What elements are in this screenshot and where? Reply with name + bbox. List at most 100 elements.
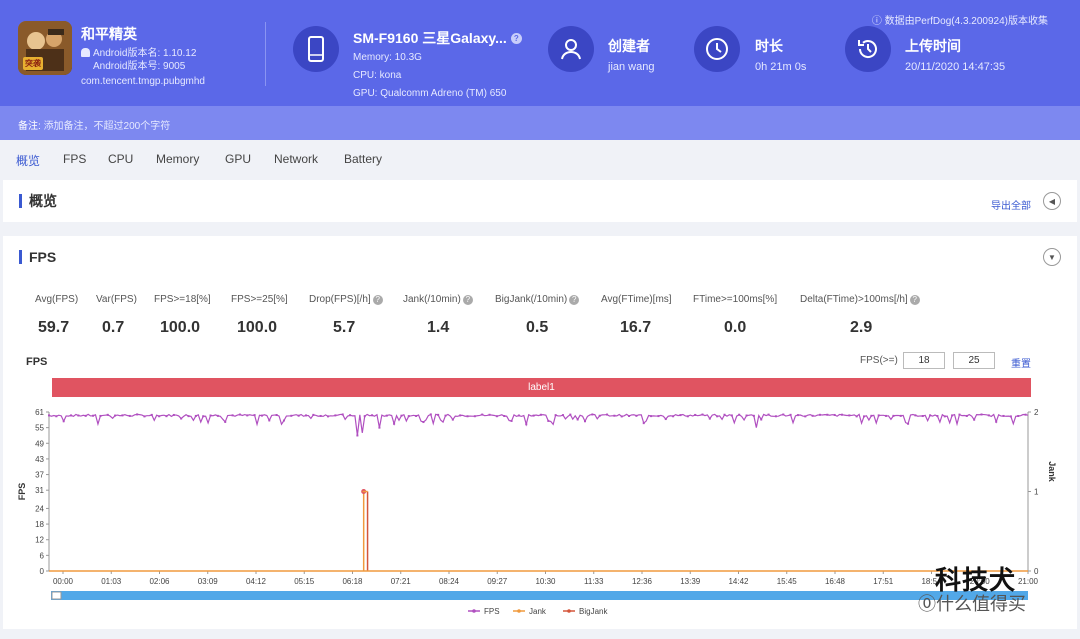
android-version-name: Android版本名: 1.10.12 [93,48,197,59]
y-tick-label: 12 [35,536,44,545]
fps-point [260,414,263,417]
reset-link[interactable]: 重置 [1011,355,1031,370]
x-tick-label: 06:18 [342,577,363,586]
x-tick-label: 02:06 [149,577,170,586]
legend-bigjank-label: BigJank [579,607,608,616]
fps-point [282,419,285,422]
fps-point [965,414,968,417]
help-icon[interactable]: ? [372,295,383,305]
x-tick-label: 17:51 [873,577,894,586]
tab-memory[interactable]: Memory [156,152,199,166]
fps-point [150,413,153,416]
fps-point [576,418,579,421]
fps-point [525,423,528,426]
x-tick-label: 12:36 [632,577,653,586]
fps-point [826,413,829,416]
fps-point [804,415,807,418]
fps-card: FPS ▼ Avg(FPS) Var(FPS) FPS>=18[%] FPS>=… [3,236,1077,629]
fps-point [517,414,520,417]
metric-label-help: Drop(FPS)[/h]? [309,294,383,305]
fps-point [473,415,476,418]
y-tick-label: 61 [35,408,44,417]
help-icon[interactable]: ? [909,295,920,305]
info-icon: ⓘ [871,16,882,27]
tab-network[interactable]: Network [274,152,318,166]
watermark-logo-icon: ⓪ [918,594,936,614]
fps-point [642,422,645,425]
overview-title: 概览 [19,194,57,208]
x-tick-label: 13:39 [680,577,701,586]
metric-label-help: Delta(FTime)>100ms[/h]? [800,294,920,305]
fps-point [304,414,307,417]
x-tick-label: 14:42 [728,577,749,586]
help-icon[interactable]: ? [462,295,473,305]
fps-point [216,414,219,417]
device-name: SM-F9160 三星Galaxy... [353,30,507,46]
fps-point [1024,413,1027,416]
note-bar[interactable]: 备注: 添加备注，不超过200个字符 [0,106,1080,140]
fps-point [694,413,697,416]
fps-point [158,415,161,418]
metric-label-help: BigJank(/10min)? [495,294,580,305]
device-gpu: GPU: Qualcomm Adreno (TM) 650 [353,88,507,99]
y-tick-label: 0 [40,567,45,576]
app-badge: 突袭 [23,57,43,70]
fps-point [385,414,388,417]
fps-point [99,414,102,417]
metric-label: Delta(FTime)>100ms[/h] [800,294,908,305]
fps-point [444,414,447,417]
fps-point [855,415,858,418]
metric-value: 0.7 [102,319,125,336]
fps-point [907,422,910,425]
fps-point [606,413,609,416]
fps-threshold-input-2[interactable]: 25 [953,352,995,369]
fps-point [55,415,58,418]
watermark-site: ⓪什么值得买 [918,590,1026,616]
fps-point [708,417,711,420]
fps-point [503,415,506,418]
fps-threshold-input-1[interactable]: 18 [903,352,945,369]
fps-point [1017,414,1020,417]
y-tick-label: 18 [35,520,44,529]
fps-point [77,414,80,417]
fps-title: FPS [19,250,56,264]
fps-point [547,419,550,422]
x-tick-label: 11:33 [584,577,604,586]
watermark-site-text: 什么值得买 [936,594,1026,614]
x-tick-label: 01:03 [101,577,122,586]
export-all-link[interactable]: 导出全部 [991,197,1031,212]
fps-chart[interactable]: 06121824313743495561012FPSJank00:00 01:03… [3,399,1077,639]
tab-battery[interactable]: Battery [344,152,382,166]
fps-point [481,413,484,416]
collapse-down-icon[interactable]: ▼ [1043,248,1061,266]
tab-gpu[interactable]: GPU [225,152,251,166]
fps-point [341,413,344,416]
fps-point [958,413,961,416]
help-icon[interactable]: ? [569,295,580,305]
fps-point [209,414,212,417]
tab-cpu[interactable]: CPU [108,152,133,166]
fps-point [180,417,183,420]
fps-point [84,414,87,417]
section-tabs: 概览 FPS CPU Memory GPU Network Battery [0,140,1080,178]
fps-point [723,413,726,416]
note-label: 备注: [18,121,41,132]
tab-overview[interactable]: 概览 [16,152,40,169]
zoom-scrollbar [51,591,1028,600]
fps-point [407,415,410,418]
tab-fps[interactable]: FPS [63,152,86,166]
collapse-left-icon[interactable]: ◀ [1043,192,1061,210]
metric-label: FTime>=100ms[%] [693,294,778,305]
fps-point [290,414,293,417]
label-bar[interactable]: label1 [52,378,1031,397]
fps-point [128,414,131,417]
fps-point [848,414,851,417]
fps-point [202,415,205,418]
fps-point [532,414,535,417]
y-axis-label: FPS [17,483,27,501]
help-icon[interactable]: ? [510,33,522,44]
fps-point [767,413,770,416]
note-placeholder[interactable]: 添加备注，不超过200个字符 [44,121,171,132]
creator-value: jian wang [608,61,655,73]
android-icon [81,48,90,57]
